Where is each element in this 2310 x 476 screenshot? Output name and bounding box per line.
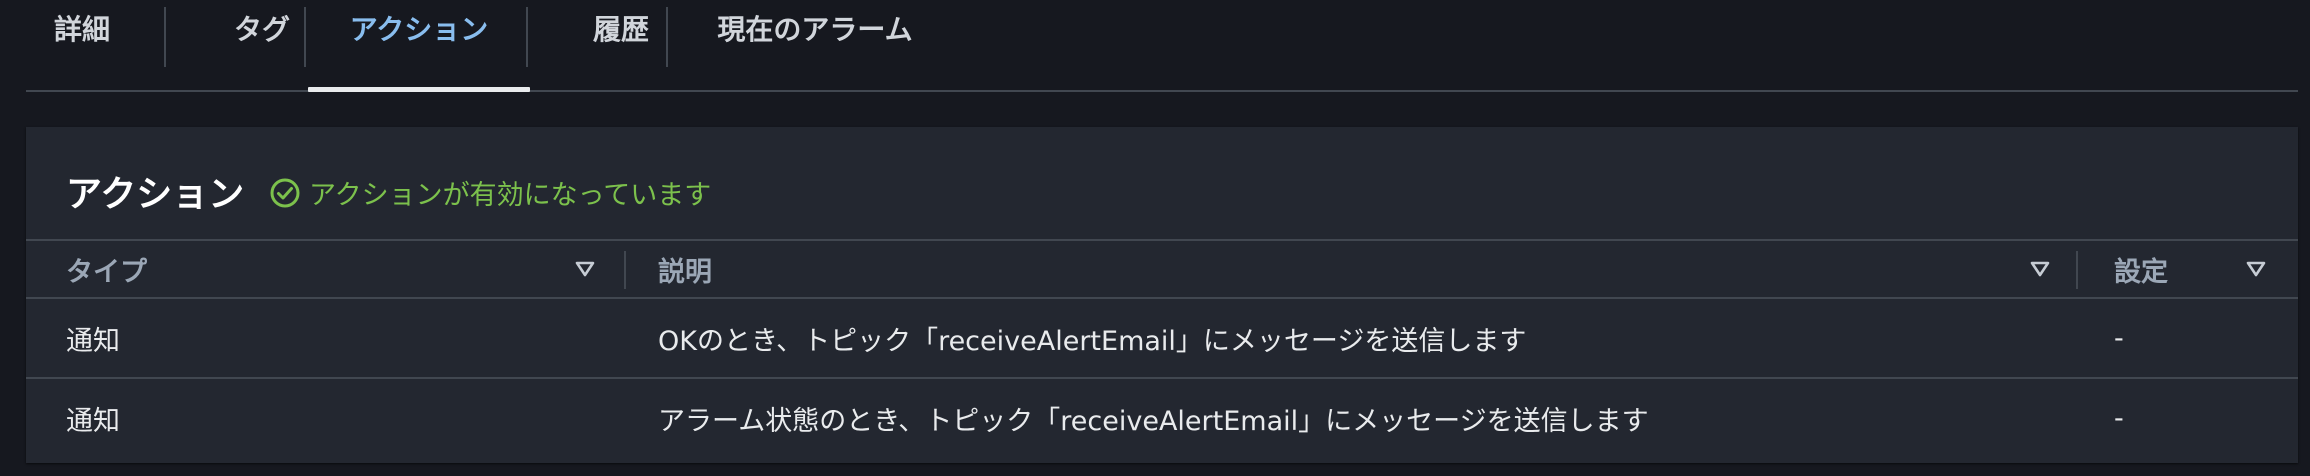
tab-details[interactable]: 詳細: [26, 0, 138, 90]
tab-bar: 詳細 タグ アクション 履歴 現在のアラーム: [26, 0, 2298, 92]
cell-config: -: [2114, 322, 2124, 354]
alarm-details-page: 詳細 タグ アクション 履歴 現在のアラーム アクション アクションが有効になっ…: [0, 0, 2310, 476]
tab-actions[interactable]: アクション: [308, 0, 530, 92]
cell-type: 通知: [66, 405, 120, 437]
cell-type: 通知: [66, 325, 120, 357]
tab-divider: [526, 7, 528, 67]
cell-config: -: [2114, 402, 2124, 434]
check-circle-icon: [270, 178, 300, 207]
column-header-config[interactable]: 設定: [2114, 241, 2168, 297]
cell-description: アラーム状態のとき、トピック「receiveAlertEmail」にメッセージを…: [658, 405, 1649, 437]
panel-header: アクション アクションが有効になっています: [26, 127, 2298, 239]
table-row: 通知 OKのとき、トピック「receiveAlertEmail」にメッセージを送…: [26, 299, 2298, 379]
panel-title: アクション: [66, 174, 245, 215]
filter-triangle-icon[interactable]: [574, 259, 596, 279]
table-row: 通知 アラーム状態のとき、トピック「receiveAlertEmail」にメッセ…: [26, 379, 2298, 459]
tab-divider: [666, 7, 668, 67]
status-text: アクションが有効になっています: [309, 180, 712, 211]
filter-triangle-icon[interactable]: [2029, 259, 2051, 279]
actions-panel: アクション アクションが有効になっています タイプ 説明 設定 通知 OKのとき…: [26, 127, 2298, 463]
table-header: タイプ 説明 設定: [26, 239, 2298, 299]
tab-current-alarms[interactable]: 現在のアラーム: [706, 0, 924, 90]
actions-enabled-status: アクションが有効になっています: [269, 173, 711, 212]
actions-table: タイプ 説明 設定 通知 OKのとき、トピック「receiveAlertEmai…: [26, 239, 2298, 459]
tab-divider: [164, 7, 166, 67]
column-header-description[interactable]: 説明: [658, 241, 712, 297]
filter-triangle-icon[interactable]: [2245, 259, 2267, 279]
column-divider: [624, 251, 626, 289]
tab-divider: [304, 7, 306, 67]
column-header-type[interactable]: タイプ: [66, 241, 147, 297]
column-divider: [2076, 251, 2078, 289]
cell-description: OKのとき、トピック「receiveAlertEmail」にメッセージを送信しま…: [658, 325, 1527, 357]
